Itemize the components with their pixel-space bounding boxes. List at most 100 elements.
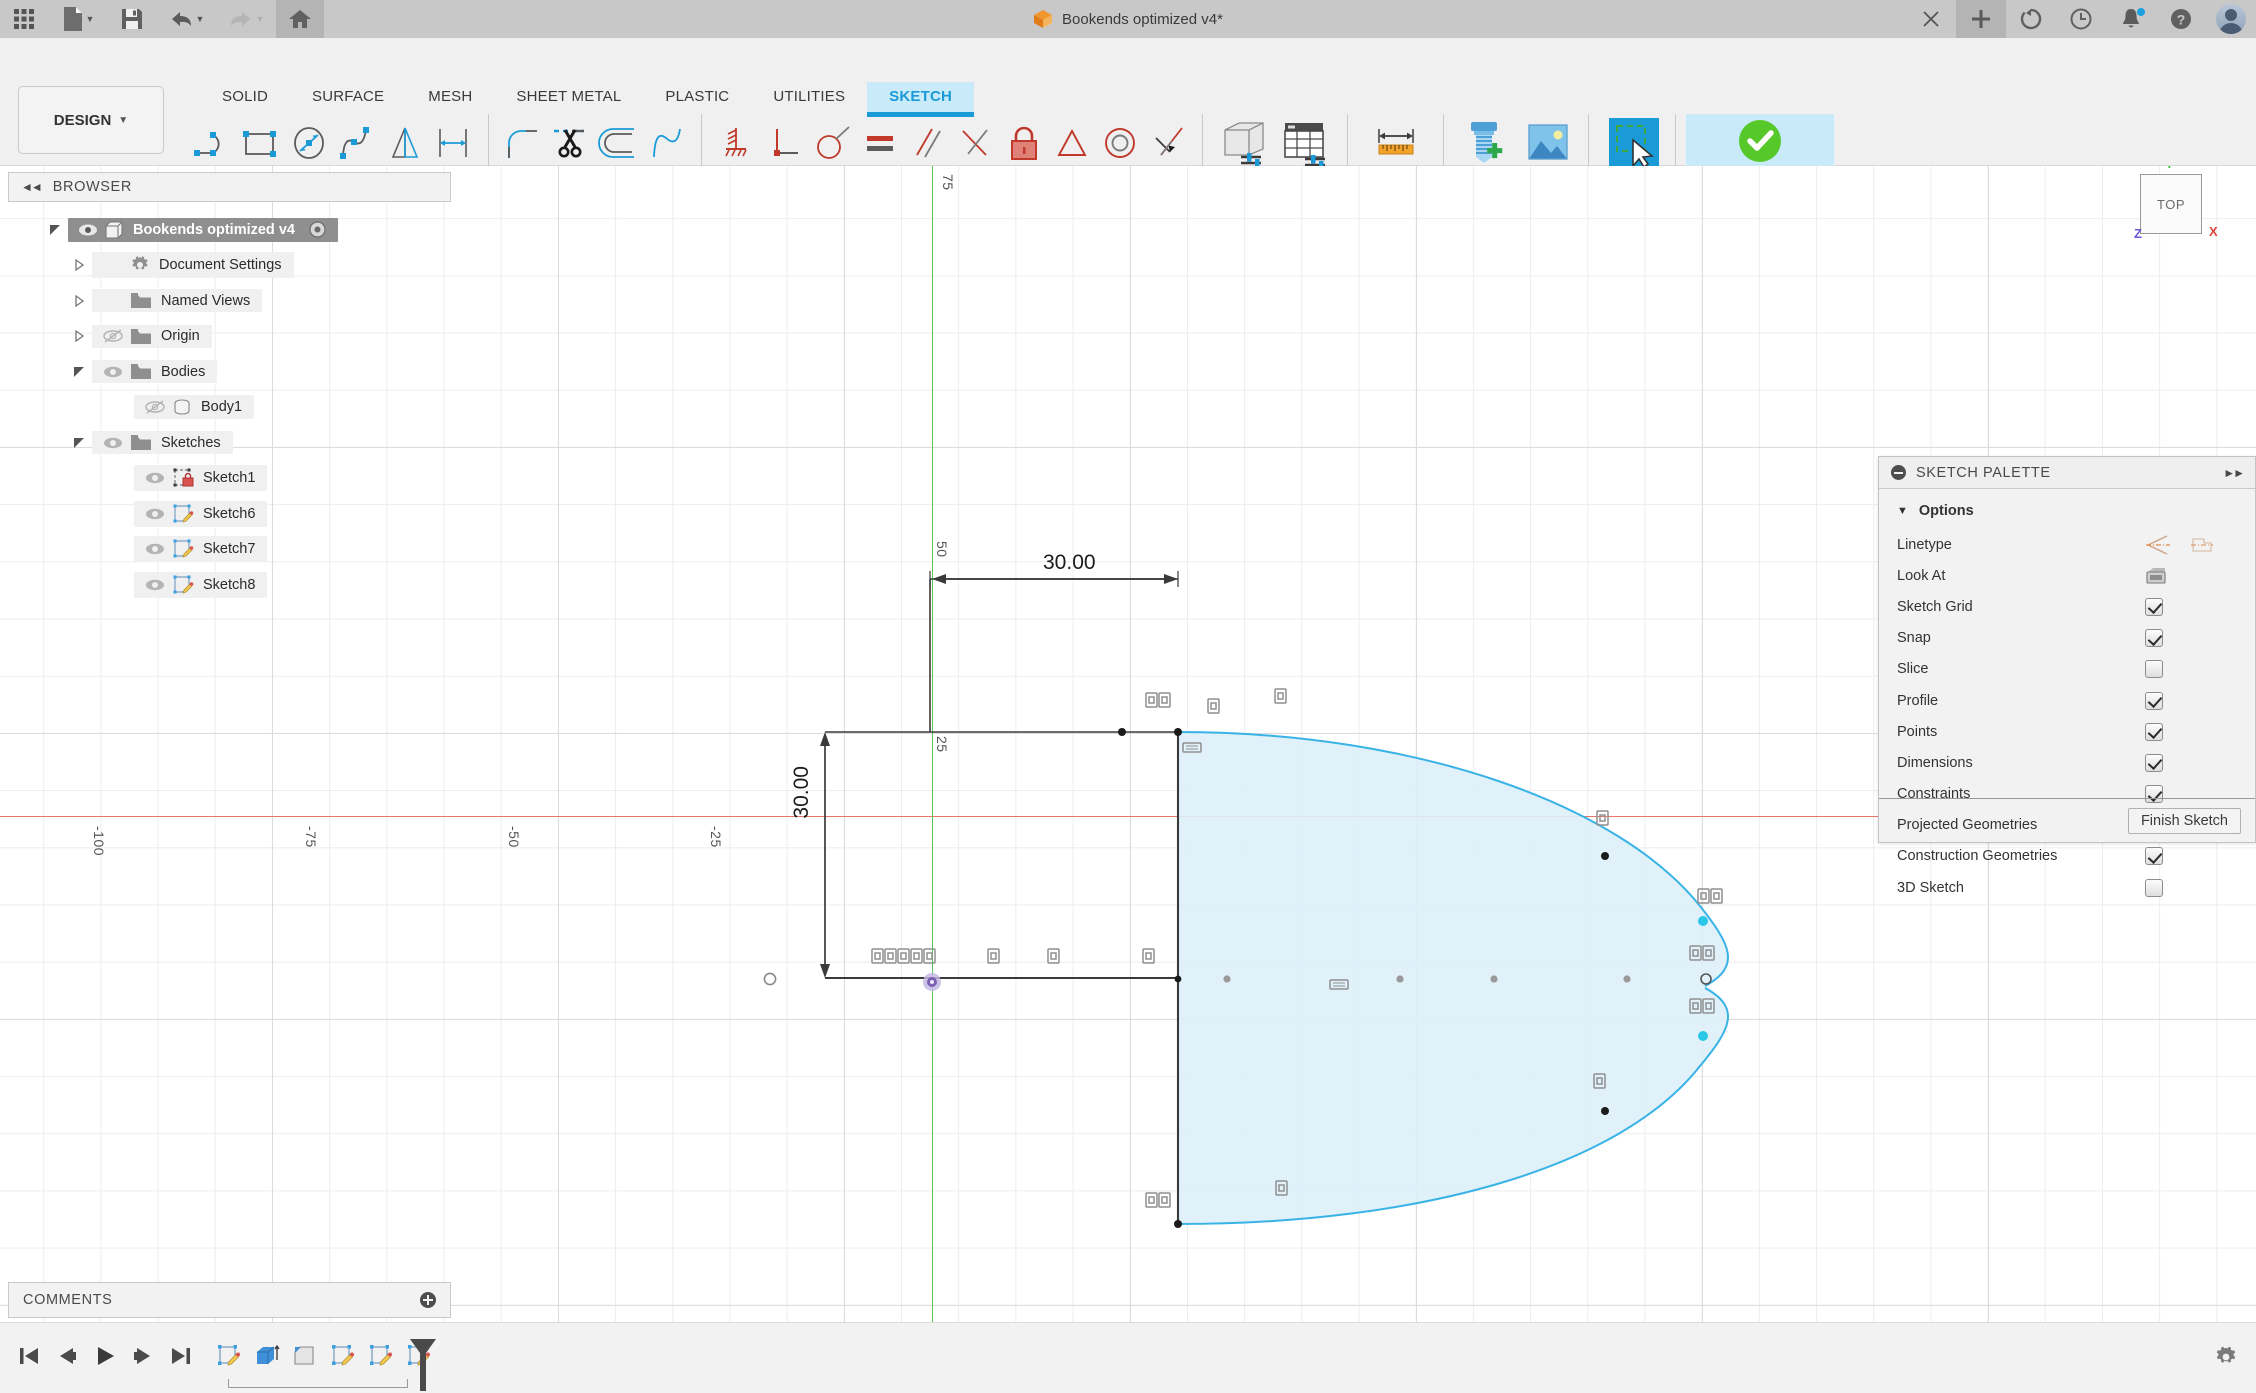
sketch-line-icon[interactable]: [190, 116, 238, 170]
visibility-eye-icon[interactable]: [144, 507, 166, 521]
tab-mesh[interactable]: MESH: [406, 82, 494, 112]
node-chip[interactable]: Sketch6: [134, 500, 268, 527]
select-window-cursor-icon[interactable]: [1603, 116, 1665, 170]
trim-scissors-icon[interactable]: [547, 116, 595, 170]
constraint-concentric-icon[interactable]: [1096, 116, 1144, 170]
account-avatar[interactable]: [2206, 0, 2256, 38]
save-icon[interactable]: [108, 0, 156, 38]
home-icon[interactable]: [276, 0, 324, 38]
palette-row-points[interactable]: Points: [1879, 716, 2255, 747]
vertical-dimension-value[interactable]: 30.00: [790, 766, 814, 819]
curvature-comb-icon[interactable]: [643, 116, 691, 170]
timeline-extrude-icon[interactable]: [248, 1333, 286, 1379]
notifications-bell-icon[interactable]: [2106, 0, 2156, 38]
timeline-fillet-icon[interactable]: [286, 1333, 324, 1379]
expander-collapsed-icon[interactable]: [66, 259, 92, 272]
construction-button[interactable]: [2189, 534, 2215, 556]
node-chip[interactable]: Body1: [134, 395, 255, 420]
timeline-sketch-icon[interactable]: [324, 1333, 362, 1379]
points-checkbox[interactable]: [2145, 722, 2163, 741]
redo-icon[interactable]: ▼: [216, 0, 276, 38]
node-chip[interactable]: Sketch7: [134, 536, 268, 563]
sketch-spline-icon[interactable]: [334, 116, 382, 170]
visibility-eye-icon[interactable]: [144, 542, 166, 556]
constraint-perpendicular-icon[interactable]: [760, 116, 808, 170]
construction-geometries-checkbox[interactable]: [2145, 847, 2163, 866]
browser-node-sketch7[interactable]: Sketch7: [8, 532, 451, 568]
timeline-sketch-icon[interactable]: [362, 1333, 400, 1379]
profile-checkbox[interactable]: [2145, 691, 2163, 710]
undo-icon[interactable]: ▼: [156, 0, 216, 38]
configure-body-icon[interactable]: [1213, 116, 1275, 170]
visibility-eye-icon[interactable]: [102, 436, 124, 450]
palette-row-construction-geometries[interactable]: Construction Geometries: [1879, 841, 2255, 872]
new-tab-icon[interactable]: [1956, 0, 2006, 38]
sketch-palette[interactable]: SKETCH PALETTE ►► ▼ Options Linetype Loo…: [1878, 456, 2256, 897]
look-at-button[interactable]: [2145, 566, 2255, 586]
constraint-fix-icon[interactable]: [712, 116, 760, 170]
browser-node-bodies[interactable]: Bodies: [8, 354, 451, 390]
finish-sketch-check-icon[interactable]: [1729, 116, 1791, 170]
visibility-eye-icon[interactable]: [102, 365, 124, 379]
play-icon[interactable]: [86, 1333, 124, 1379]
visibility-hidden-icon[interactable]: [102, 328, 124, 344]
sketch-dimension-icon[interactable]: [430, 116, 478, 170]
visibility-eye-icon[interactable]: [78, 223, 98, 237]
expander-expanded-icon[interactable]: [66, 366, 92, 378]
double-left-arrow-icon[interactable]: ◄◄: [21, 180, 43, 194]
circle-minus-icon[interactable]: [1891, 465, 1906, 480]
tab-solid[interactable]: SOLID: [200, 82, 290, 112]
close-tab-icon[interactable]: [1906, 0, 1956, 38]
options-section-header[interactable]: ▼ Options: [1879, 499, 2255, 529]
job-status-icon[interactable]: [2006, 0, 2056, 38]
constraint-tangent-icon[interactable]: [808, 116, 856, 170]
constraint-lock-icon[interactable]: [1000, 116, 1048, 170]
expander-collapsed-icon[interactable]: [66, 330, 92, 343]
node-chip[interactable]: Sketch8: [134, 571, 268, 598]
palette-row-3d-sketch[interactable]: 3D Sketch: [1879, 872, 2255, 903]
sketch-grid-checkbox[interactable]: [2145, 597, 2163, 616]
configure-table-icon[interactable]: [1275, 116, 1337, 170]
circle-plus-icon[interactable]: [420, 1292, 436, 1308]
snap-checkbox[interactable]: [2145, 629, 2163, 648]
horizontal-dimension-value[interactable]: 30.00: [1043, 551, 1096, 575]
double-right-arrow-icon[interactable]: ►►: [2223, 466, 2245, 480]
expander-expanded-icon[interactable]: [42, 224, 68, 236]
constraint-symmetry-icon[interactable]: [1048, 116, 1096, 170]
file-icon[interactable]: ▼: [48, 0, 108, 38]
tab-utilities[interactable]: UTILITIES: [751, 82, 867, 112]
palette-row-dimensions[interactable]: Dimensions: [1879, 747, 2255, 778]
browser-node-body1[interactable]: Body1: [8, 390, 451, 426]
browser-node-named-views[interactable]: Named Views: [8, 283, 451, 319]
node-chip[interactable]: Origin: [92, 324, 212, 348]
dimensions-checkbox[interactable]: [2145, 753, 2163, 772]
palette-row-sketch-grid[interactable]: Sketch Grid: [1879, 591, 2255, 622]
sketch-rectangle-icon[interactable]: [238, 116, 286, 170]
palette-row-snap[interactable]: Snap: [1879, 623, 2255, 654]
node-chip[interactable]: Bodies: [92, 360, 218, 384]
constraint-parallel-icon[interactable]: [904, 116, 952, 170]
measure-ruler-icon[interactable]: [1365, 116, 1427, 170]
node-chip[interactable]: Sketches: [92, 431, 233, 455]
browser-node-sketches[interactable]: Sketches: [8, 425, 451, 461]
palette-row-profile[interactable]: Profile: [1879, 685, 2255, 716]
constraint-midpoint-icon[interactable]: [952, 116, 1000, 170]
browser-node-origin[interactable]: Origin: [8, 319, 451, 355]
expander-expanded-icon[interactable]: [66, 437, 92, 449]
browser-node-root[interactable]: Bookends optimized v4: [8, 212, 451, 248]
centerline-button[interactable]: [2145, 534, 2171, 556]
browser-node-sketch1[interactable]: Sketch1: [8, 461, 451, 497]
help-icon[interactable]: ?: [2156, 0, 2206, 38]
palette-row-slice[interactable]: Slice: [1879, 654, 2255, 685]
constraint-curvature-icon[interactable]: [1144, 116, 1192, 170]
sketch-mirror-icon[interactable]: [382, 116, 430, 170]
visibility-eye-icon[interactable]: [144, 471, 166, 485]
timeline-sketch-icon[interactable]: [210, 1333, 248, 1379]
workspace-switcher-button[interactable]: DESIGN ▼: [18, 86, 164, 154]
sketch-circle-icon[interactable]: [286, 116, 334, 170]
fillet-icon[interactable]: [499, 116, 547, 170]
insert-canvas-image-icon[interactable]: [1516, 116, 1578, 170]
constraint-equal-icon[interactable]: [856, 116, 904, 170]
timeline-marker[interactable]: [406, 1337, 440, 1393]
history-clock-icon[interactable]: [2056, 0, 2106, 38]
